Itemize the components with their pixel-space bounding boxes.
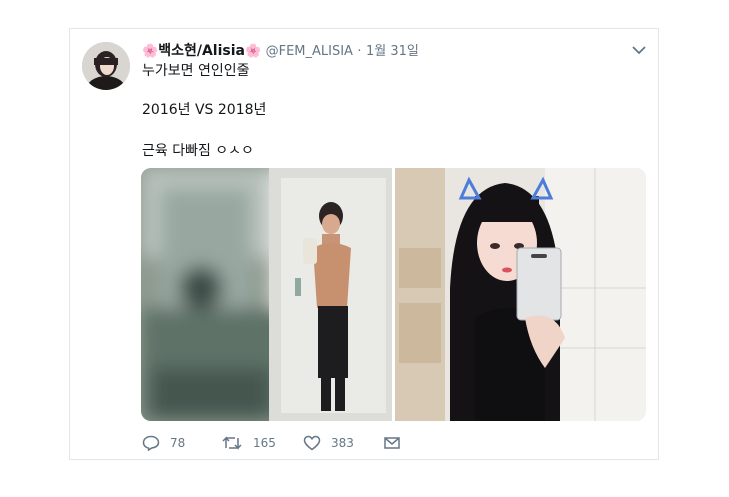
reply-count: 78 <box>170 436 186 450</box>
flower-emoji: 🌸 <box>244 44 262 59</box>
like-count: 383 <box>331 436 354 450</box>
retweet-count: 165 <box>253 436 276 450</box>
avatar[interactable] <box>82 42 130 90</box>
tweet-photo-left[interactable] <box>141 168 392 421</box>
reply-icon <box>142 435 160 451</box>
display-name[interactable]: 백소현/Alisia <box>158 43 245 59</box>
tweet-photo-right[interactable] <box>395 168 646 421</box>
separator-dot: · <box>357 44 362 59</box>
tweet-text-line-1: 누가보면 연인인줄 <box>142 63 250 79</box>
reply-button[interactable]: 78 <box>142 432 185 454</box>
tweet-text-line-3: 근육 다빠짐 ㅇㅅㅇ <box>142 143 254 159</box>
tweet-header: 🌸백소현/Alisia🌸 @FEM_ALISIA · 1월 31일 <box>142 40 419 59</box>
tweet-date[interactable]: 1월 31일 <box>366 44 419 59</box>
retweet-icon <box>222 436 242 450</box>
chevron-down-icon[interactable] <box>630 42 648 56</box>
heart-icon <box>303 435 321 451</box>
direct-message-button[interactable] <box>383 432 401 454</box>
flower-emoji: 🌸 <box>142 44 159 59</box>
tweet-text-line-2: 2016년 VS 2018년 <box>142 102 267 118</box>
like-button[interactable]: 383 <box>303 432 354 454</box>
user-handle[interactable]: @FEM_ALISIA <box>266 44 353 59</box>
envelope-icon <box>384 437 400 449</box>
retweet-button[interactable]: 165 <box>221 432 276 454</box>
